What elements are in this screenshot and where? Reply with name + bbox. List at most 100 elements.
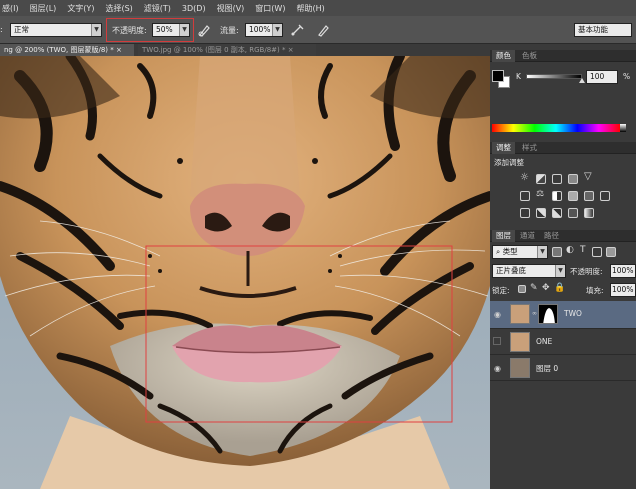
search-icon: ⌕ xyxy=(496,247,501,256)
close-icon[interactable]: × xyxy=(116,46,122,54)
exposure-icon[interactable] xyxy=(568,174,578,184)
menu-item-layer[interactable]: 图层(L) xyxy=(30,3,57,14)
chevron-down-icon: ▼ xyxy=(537,246,547,258)
visibility-toggle-empty[interactable] xyxy=(493,337,501,345)
flow-label: 流量: xyxy=(220,26,239,35)
tab-adjustments[interactable]: 调整 xyxy=(492,142,515,154)
tab-swatches[interactable]: 色板 xyxy=(518,50,541,62)
opacity-label: 不透明度: xyxy=(112,26,147,35)
layer-name: 图层 0 xyxy=(536,364,559,373)
k-value-input[interactable]: 100 xyxy=(586,70,618,84)
channel-label: K xyxy=(516,72,521,81)
posterize-icon[interactable] xyxy=(536,208,546,218)
close-icon[interactable]: × xyxy=(288,46,294,54)
eye-icon[interactable]: ◉ xyxy=(494,310,501,319)
blend-mode-select[interactable]: 正常 ▼ xyxy=(10,23,102,37)
layer-blend-mode-select[interactable]: 正片叠底 ▼ xyxy=(492,264,566,278)
black-white-icon[interactable] xyxy=(552,191,562,201)
filter-adjust-icon[interactable]: ◐ xyxy=(566,245,574,255)
menu-item-filter[interactable]: 滤镜(T) xyxy=(144,3,171,14)
chevron-down-icon: ▼ xyxy=(555,265,565,277)
document-tabs: ng @ 200% (TWO, 图层蒙版/8) * × TWO.jpg @ 10… xyxy=(0,44,490,56)
options-bar: : 正常 ▼ 不透明度: 50% ▼ 流量: 100% ▼ 基本功能 xyxy=(0,16,636,44)
layer-name: TWO xyxy=(564,309,582,318)
adjust-panel-tabs: 调整 样式 xyxy=(490,142,636,154)
pressure-opacity-icon[interactable] xyxy=(197,22,211,38)
bw-ramp[interactable] xyxy=(620,124,626,132)
hue-saturation-icon[interactable] xyxy=(520,191,530,201)
add-adjustment-title: 添加调整 xyxy=(494,158,524,167)
right-panel: 颜色 色板 K 100 % 调整 样式 添加调整 ☼ ▽ ⚖ 图层 通道 路径 … xyxy=(490,44,636,489)
tab-styles[interactable]: 样式 xyxy=(518,142,541,154)
tab-paths[interactable]: 路径 xyxy=(540,230,563,242)
levels-icon[interactable] xyxy=(536,174,546,184)
lock-transparent-icon[interactable] xyxy=(518,285,526,293)
chain-link-icon[interactable]: ∞ xyxy=(532,310,537,317)
color-panel-tabs: 颜色 色板 xyxy=(490,50,636,62)
tiger-face-image xyxy=(0,56,490,489)
fill-label: 填充: xyxy=(586,286,604,295)
menu-item-window[interactable]: 窗口(W) xyxy=(255,3,285,14)
selective-color-icon[interactable] xyxy=(568,208,578,218)
pressure-size-icon[interactable] xyxy=(316,22,330,38)
opacity-input[interactable]: 50% ▼ xyxy=(152,23,190,37)
tab-document-two[interactable]: TWO.jpg @ 100% (图层 0 副本, RGB/8#) * × xyxy=(138,44,316,56)
chevron-down-icon: ▼ xyxy=(179,24,189,36)
menu-item-help[interactable]: 帮助(H) xyxy=(296,3,324,14)
layer-row-two[interactable]: ◉ ∞ TWO xyxy=(490,301,636,329)
mode-label-fragment: : xyxy=(0,25,3,34)
tab-document-active[interactable]: ng @ 200% (TWO, 图层蒙版/8) * × xyxy=(0,44,134,56)
layer-row-layer0[interactable]: ◉ 图层 0 xyxy=(490,355,636,381)
gradient-map-icon[interactable] xyxy=(584,208,594,218)
flow-input[interactable]: 100% ▼ xyxy=(245,23,283,37)
vibrance-icon[interactable]: ▽ xyxy=(584,171,592,182)
layer-thumbnail xyxy=(510,358,530,378)
layers-panel-tabs: 图层 通道 路径 xyxy=(490,230,636,242)
layer-name: ONE xyxy=(536,337,553,346)
layer-row-one[interactable]: ONE xyxy=(490,329,636,355)
k-slider-handle[interactable] xyxy=(579,78,585,83)
tab-layers[interactable]: 图层 xyxy=(492,230,515,242)
lock-all-icon[interactable]: 🔒 xyxy=(554,283,565,293)
channel-mixer-icon[interactable] xyxy=(584,191,594,201)
tab-color[interactable]: 颜色 xyxy=(492,50,515,62)
layer-opacity-label: 不透明度: xyxy=(570,267,603,276)
lock-label: 锁定: xyxy=(492,286,510,295)
color-lookup-icon[interactable] xyxy=(600,191,610,201)
chevron-down-icon: ▼ xyxy=(91,24,101,36)
layer-mask-thumbnail[interactable] xyxy=(538,304,558,324)
chevron-down-icon: ▼ xyxy=(272,24,282,36)
menu-item-image[interactable]: 感(I) xyxy=(2,3,19,14)
threshold-icon[interactable] xyxy=(552,208,562,218)
filter-smart-icon[interactable] xyxy=(606,247,616,257)
color-balance-icon[interactable]: ⚖ xyxy=(536,189,544,199)
lock-move-icon[interactable]: ✥ xyxy=(542,283,550,293)
fill-input[interactable]: 100% xyxy=(610,283,636,297)
menu-item-3d[interactable]: 3D(D) xyxy=(182,4,206,13)
eye-icon[interactable]: ◉ xyxy=(494,364,501,373)
filter-pixel-icon[interactable] xyxy=(552,247,562,257)
layer-thumbnail xyxy=(510,304,530,324)
color-spectrum-bar[interactable] xyxy=(492,124,620,132)
k-slider-track[interactable] xyxy=(526,74,582,79)
layer-thumbnail xyxy=(510,332,530,352)
brightness-icon[interactable]: ☼ xyxy=(520,172,529,183)
tab-channels[interactable]: 通道 xyxy=(516,230,539,242)
invert-icon[interactable] xyxy=(520,208,530,218)
layer-filter-select[interactable]: ⌕ 类型 ▼ xyxy=(492,245,548,259)
menu-item-type[interactable]: 文字(Y) xyxy=(67,3,94,14)
airbrush-icon[interactable] xyxy=(290,22,306,38)
layer-opacity-input[interactable]: 100% xyxy=(610,264,636,278)
menu-item-select[interactable]: 选择(S) xyxy=(105,3,132,14)
filter-text-icon[interactable]: T xyxy=(580,245,586,255)
curves-icon[interactable] xyxy=(552,174,562,184)
filter-shape-icon[interactable] xyxy=(592,247,602,257)
menu-item-view[interactable]: 视图(V) xyxy=(217,3,245,14)
menu-bar: 感(I) 图层(L) 文字(Y) 选择(S) 滤镜(T) 3D(D) 视图(V)… xyxy=(0,0,636,16)
photo-filter-icon[interactable] xyxy=(568,191,578,201)
lock-paint-icon[interactable]: ✎ xyxy=(530,283,538,293)
workspace-select[interactable]: 基本功能 xyxy=(574,23,632,37)
document-canvas[interactable] xyxy=(0,56,490,489)
percent-unit: % xyxy=(623,72,631,81)
foreground-color-swatch-top xyxy=(492,70,504,82)
